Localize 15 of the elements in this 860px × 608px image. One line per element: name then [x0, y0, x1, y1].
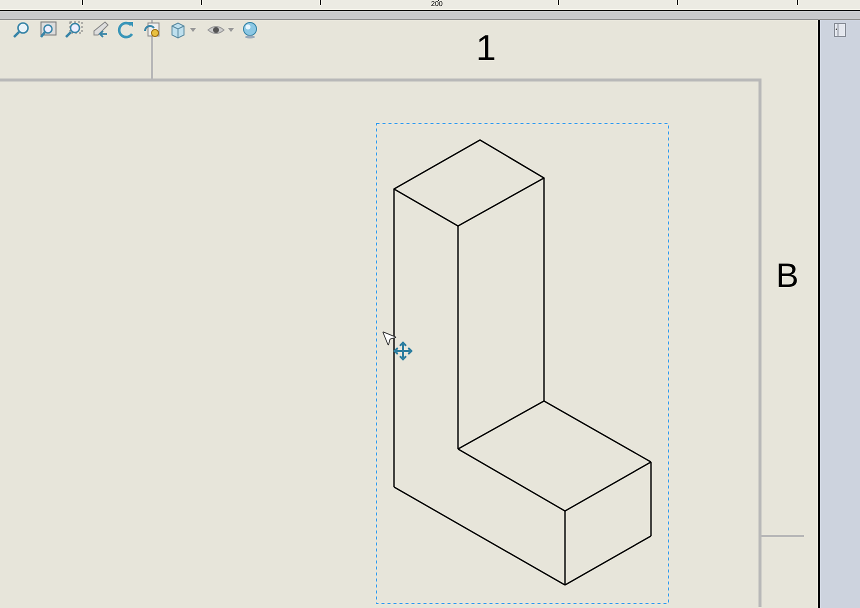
- zone-label: 1: [476, 28, 496, 68]
- sphere-icon[interactable]: [240, 20, 260, 40]
- selection-box[interactable]: [376, 123, 669, 604]
- refresh-icon[interactable]: [142, 20, 162, 40]
- caret-icon[interactable]: [228, 28, 234, 32]
- pointer-cursor-icon: [380, 329, 398, 347]
- l-bracket-drawing[interactable]: [393, 139, 652, 586]
- rotate-icon[interactable]: [116, 20, 136, 40]
- zoom-icon[interactable]: [12, 20, 32, 40]
- zone-label: B: [776, 256, 799, 296]
- collapse-panel-icon[interactable]: [834, 23, 846, 37]
- move-cursor-icon: [393, 341, 413, 361]
- caret-icon[interactable]: [190, 28, 196, 32]
- zoom-area-icon[interactable]: [64, 20, 84, 40]
- zoom-fit-icon[interactable]: [38, 20, 58, 40]
